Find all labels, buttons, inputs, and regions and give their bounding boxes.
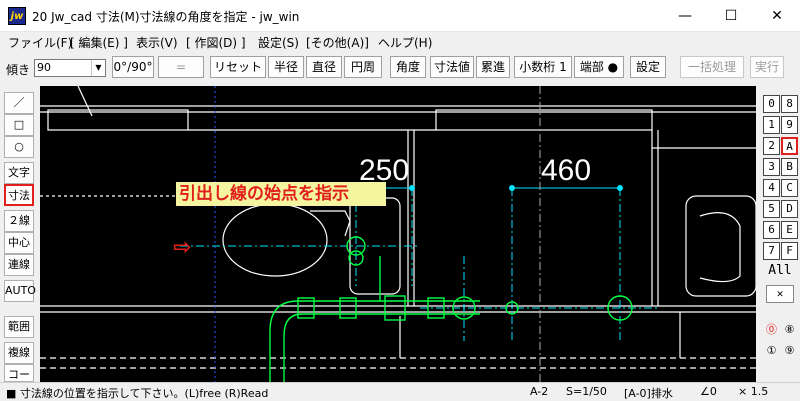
toolbar: 傾き 90 ▼ 0°/90° = リセット 半径 直径 円周 角度 寸法値 累進… [0,52,800,82]
minimize-button[interactable]: — [662,0,708,32]
layer-5-button[interactable]: 5 [763,200,780,218]
menu-bar: ファイル(F) [ 編集(E) ] 表示(V) [ 作図(D) ] 設定(S) … [0,32,800,52]
layer-f-button[interactable]: F [781,242,798,260]
window-title: 20 Jw_cad 寸法(M)寸法線の角度を指定 - jw_win [32,10,300,24]
layer-e-button[interactable]: E [781,221,798,239]
drain-pipes [269,236,633,382]
dimension-label-460: 460 [541,154,591,187]
status-layer-name[interactable]: [A-0]排水 [624,385,673,401]
end-mark-button[interactable]: 端部 ● [574,56,624,78]
layer-8-button[interactable]: 8 [781,95,798,113]
group-0-button[interactable]: ⓪ [763,322,780,340]
group-1-button[interactable]: ① [763,343,780,361]
dimension-value-button[interactable]: 寸法値 [430,56,474,78]
layer-1-button[interactable]: 1 [763,116,780,134]
menu-settings[interactable]: 設定(S) [258,34,299,51]
drawing-canvas[interactable]: 250 460 ⇨ [40,86,756,382]
angle-select[interactable]: 90 ▼ [34,59,106,77]
status-message: ■ 寸法線の位置を指示して下さい。(L)free (R)Read [6,387,269,400]
layer-2-button[interactable]: 2 [763,137,780,155]
corner-tool-button[interactable]: コーナー [4,364,34,382]
left-toolbar: ／ □ ○ 文字 寸法 ２線 中心線 連線 AUTO 範囲 複線 コーナー [0,86,38,382]
layer-9-button[interactable]: 9 [781,116,798,134]
menu-view[interactable]: 表示(V) [136,34,178,51]
circumference-button[interactable]: 円周 [344,56,382,78]
angle-label: 傾き [6,63,31,77]
layer-toolbar: 0 8 1 9 2 A 3 B 4 C 5 D 6 E 7 F All ✕ ⓪ … [758,86,800,382]
layer-b-button[interactable]: B [781,158,798,176]
menu-file[interactable]: ファイル(F) [8,34,72,51]
app-icon: jw [8,7,26,25]
settings-button[interactable]: 設定 [630,56,666,78]
range-tool-button[interactable]: 範囲 [4,316,34,338]
menu-help[interactable]: ヘルプ(H) [378,34,432,51]
status-layer: A-2 [530,385,549,398]
close-button[interactable]: ✕ [754,0,800,32]
title-bar: jw 20 Jw_cad 寸法(M)寸法線の角度を指定 - jw_win — ☐… [0,0,800,32]
status-bar: ■ 寸法線の位置を指示して下さい。(L)free (R)Read A-2 S=1… [0,382,800,400]
center-line-tool-button[interactable]: 中心線 [4,232,34,269]
instruction-tooltip: 引出し線の始点を指示 [176,182,386,206]
offset-line-tool-button[interactable]: 複線 [4,342,34,364]
layer-6-button[interactable]: 6 [763,221,780,239]
diameter-button[interactable]: 直径 [306,56,342,78]
menu-other[interactable]: [その他(A)] [306,34,369,51]
all-layers-button[interactable]: All [766,263,794,281]
cumulative-button[interactable]: 累進 [476,56,510,78]
zero-ninety-button[interactable]: 0°/90° [112,56,154,78]
group-8-button[interactable]: ⑧ [781,322,798,340]
layer-7-button[interactable]: 7 [763,242,780,260]
equal-button[interactable]: = [158,56,204,78]
decimal-places-button[interactable]: 小数桁 1 [514,56,572,78]
red-arrow-icon: ⇨ [173,235,191,260]
reset-button[interactable]: リセット [210,56,266,78]
continuous-line-tool-button[interactable]: 連線 [4,254,34,276]
rectangle-tool-button[interactable]: □ [4,114,34,136]
dimension-tool-button[interactable]: 寸法 [4,184,34,206]
close-layers-button[interactable]: ✕ [766,285,794,303]
status-scale[interactable]: S=1/50 [566,385,607,398]
layer-d-button[interactable]: D [781,200,798,218]
circle-tool-button[interactable]: ○ [4,136,34,158]
layer-3-button[interactable]: 3 [763,158,780,176]
menu-draw[interactable]: [ 作図(D) ] [186,34,246,51]
maximize-button[interactable]: ☐ [708,0,754,32]
layer-4-button[interactable]: 4 [763,179,780,197]
angle-value: 90 [37,61,51,74]
status-factor[interactable]: × 1.5 [738,385,768,398]
text-tool-button[interactable]: 文字 [4,162,34,184]
radius-button[interactable]: 半径 [268,56,304,78]
angle-button[interactable]: 角度 [390,56,426,78]
layer-c-button[interactable]: C [781,179,798,197]
execute-button[interactable]: 実行 [750,56,784,78]
auto-mode-button[interactable]: AUTO [4,280,36,302]
batch-process-button[interactable]: 一括処理 [680,56,744,78]
group-9-button[interactable]: ⑨ [781,343,798,361]
wall-lines [40,86,756,369]
menu-edit[interactable]: [ 編集(E) ] [70,34,128,51]
layer-a-button[interactable]: A [781,137,798,155]
layer-0-button[interactable]: 0 [763,95,780,113]
line-tool-button[interactable]: ／ [4,92,34,114]
double-line-tool-button[interactable]: ２線 [4,210,34,232]
cad-drawing: 250 460 ⇨ [40,86,756,382]
chevron-down-icon[interactable]: ▼ [91,60,105,76]
status-angle[interactable]: ∠0 [700,385,717,398]
